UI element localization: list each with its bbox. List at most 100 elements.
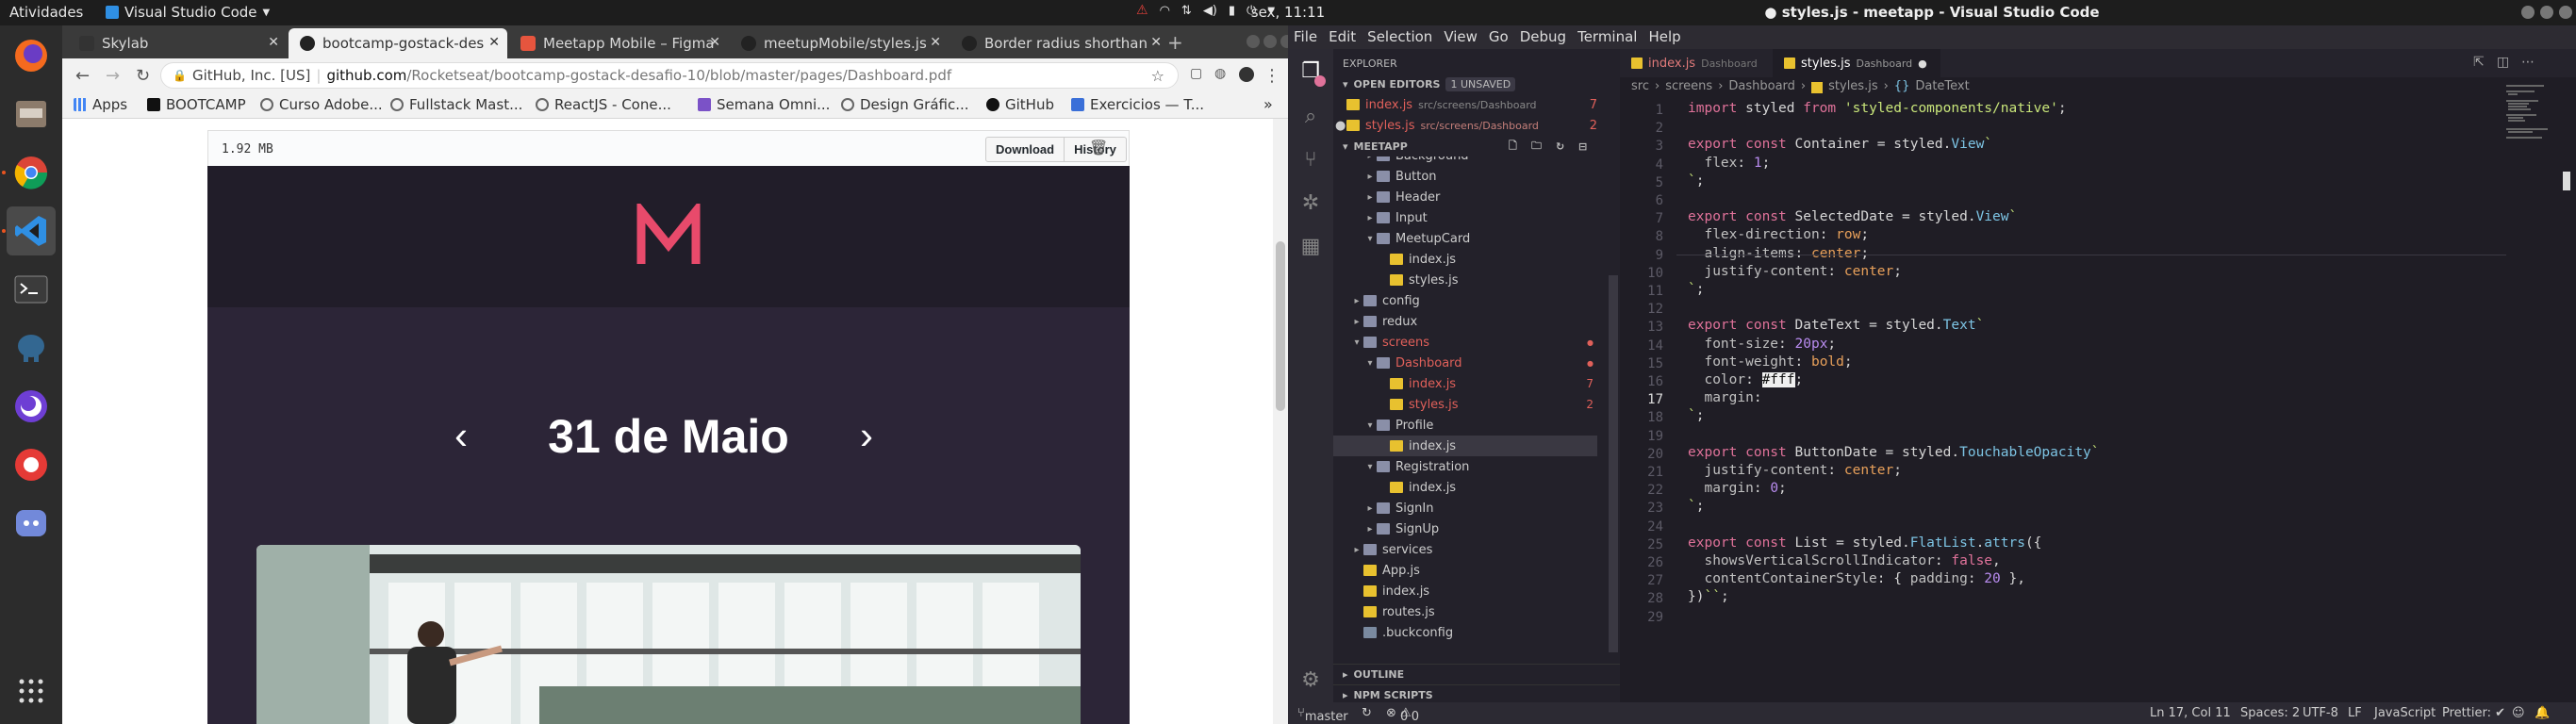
breadcrumb-item[interactable]: styles.js (1828, 79, 1877, 93)
feedback-icon[interactable]: ☺ (2512, 706, 2525, 720)
code-line[interactable]: contentContainerStyle: { padding: 20 }, (1688, 571, 2025, 586)
tree-folder[interactable]: ▸ redux (1333, 311, 1597, 332)
maximize-button[interactable] (1263, 35, 1277, 48)
code-line[interactable]: flex-direction: row; (1688, 227, 1869, 242)
new-folder-icon[interactable]: 🗀 (1531, 138, 1542, 156)
tree-file[interactable]: index.js (1333, 581, 1597, 601)
bookmark-design-grafico[interactable]: Design Gráfic... (841, 96, 969, 113)
tree-folder[interactable]: ▾ Registration (1333, 456, 1597, 477)
close-icon[interactable]: ✕ (485, 35, 500, 50)
encoding[interactable]: UTF-8 (2303, 706, 2338, 720)
close-window-button[interactable] (2559, 6, 2572, 19)
firefox-launcher[interactable] (7, 31, 56, 80)
code-line[interactable]: import styled from 'styled-components/na… (1688, 101, 2067, 116)
discord-launcher[interactable] (7, 499, 56, 548)
extension-icon[interactable]: ▢ (1190, 66, 1202, 81)
extension-icon[interactable]: ◍ (1214, 66, 1226, 81)
vscode-launcher[interactable] (7, 206, 56, 255)
editor-scrollbar[interactable] (2563, 172, 2570, 190)
tree-folder[interactable]: ▾ Dashboard ● (1333, 353, 1597, 373)
maximize-button[interactable] (2540, 6, 2553, 19)
tree-file[interactable]: App.js (1333, 560, 1597, 581)
collapse-all-icon[interactable]: ⊟ (1578, 140, 1587, 153)
code-line[interactable]: justify-content: center; (1688, 463, 1902, 478)
code-line[interactable]: font-size: 20px; (1688, 337, 1836, 352)
tree-folder[interactable]: ▸ Input (1333, 207, 1597, 228)
outline-header[interactable]: ▸ OUTLINE (1333, 664, 1620, 684)
close-icon[interactable]: ✕ (926, 35, 941, 50)
breadcrumb-item[interactable]: Dashboard (1728, 79, 1795, 93)
menu-terminal[interactable]: Terminal (1577, 28, 1637, 45)
avatar[interactable] (1239, 67, 1254, 82)
star-icon[interactable]: ☆ (1151, 67, 1164, 85)
code-line[interactable]: })``; (1688, 589, 1729, 604)
insomnia-launcher[interactable] (7, 382, 56, 431)
more-bookmarks-icon[interactable]: » (1263, 95, 1273, 113)
code-line[interactable]: margin: (1688, 390, 1761, 405)
unsaved-dot-icon[interactable]: ● (1335, 119, 1346, 133)
menu-edit[interactable]: Edit (1329, 28, 1356, 45)
sidebar-scrollbar[interactable] (1609, 275, 1618, 652)
chrome-tab[interactable]: Meetapp Mobile – Figma ✕ (509, 28, 728, 58)
menu-go[interactable]: Go (1489, 28, 1509, 45)
more-actions-icon[interactable]: ⋯ (2521, 55, 2535, 70)
bell-icon[interactable]: 🔔 (2535, 706, 2550, 720)
chrome-launcher[interactable] (7, 148, 56, 197)
code-line[interactable]: flex: 1; (1688, 156, 1770, 171)
tree-file[interactable]: styles.js (1333, 270, 1597, 290)
menu-debug[interactable]: Debug (1520, 28, 1566, 45)
bookmark-curso-adobe[interactable]: Curso Adobe... (260, 96, 383, 113)
code-line[interactable]: export const SelectedDate = styled.View` (1688, 209, 2017, 224)
tree-file[interactable]: index.js (1333, 249, 1597, 270)
tree-folder[interactable]: ▸ Button (1333, 166, 1597, 187)
tree-folder[interactable]: ▾ MeetupCard (1333, 228, 1597, 249)
code-line[interactable]: font-weight: bold; (1688, 354, 1852, 370)
chrome-tab-active[interactable]: bootcamp-gostack-desa ✕ (289, 28, 507, 58)
tree-file[interactable]: .buckconfig (1333, 622, 1597, 643)
sync-icon[interactable]: ↻ (1362, 706, 1372, 720)
terminal-launcher[interactable] (7, 265, 56, 314)
tree-file[interactable]: routes.js (1333, 601, 1597, 622)
chrome-tab[interactable]: Border radius shorthan ✕ (950, 28, 1169, 58)
breadcrumb-item[interactable]: screens (1665, 79, 1712, 93)
files-launcher[interactable] (7, 90, 56, 139)
activities-button[interactable]: Atividades (9, 4, 83, 21)
refresh-icon[interactable]: ↻ (1556, 140, 1564, 153)
tree-folder[interactable]: ▸ Background (1333, 156, 1597, 166)
forward-button[interactable]: → (106, 66, 120, 86)
split-editor-icon[interactable]: ⇱ (2473, 55, 2485, 70)
bookmark-exercicios[interactable]: Exercicios — T... (1071, 96, 1204, 113)
tree-file[interactable]: index.js (1333, 477, 1597, 498)
back-button[interactable]: ← (75, 66, 90, 86)
bookmark-bootcamp[interactable]: BOOTCAMP (147, 96, 246, 113)
tree-folder[interactable]: ▸ Header (1333, 187, 1597, 207)
project-header[interactable]: ▾ MEETAPP 🗋 🗀 ↻ ⊟ (1333, 136, 1620, 156)
breadcrumb-item[interactable]: src (1631, 79, 1649, 93)
tree-folder[interactable]: ▸ SignIn (1333, 498, 1597, 518)
debug-icon[interactable]: ✲ (1299, 192, 1322, 215)
split-editor-icon[interactable]: ◫ (2497, 55, 2509, 70)
close-icon[interactable]: ✕ (709, 35, 720, 50)
minimize-button[interactable] (2521, 6, 2535, 19)
search-icon[interactable]: ⌕ (1299, 106, 1322, 128)
reload-button[interactable]: ↻ (136, 66, 150, 86)
code-line[interactable]: showsVerticalScrollIndicator: false, (1688, 553, 2000, 568)
tree-file[interactable]: index.js 7 (1333, 373, 1597, 394)
show-applications-button[interactable] (7, 666, 56, 716)
trash-icon[interactable]: 🗑 (1089, 139, 1108, 156)
indentation[interactable]: Spaces: 2 (2240, 706, 2300, 720)
menu-view[interactable]: View (1444, 28, 1478, 45)
scrollbar-thumb[interactable] (1276, 241, 1285, 411)
problems-indicator[interactable]: ⊗ 0 ⚠ 0 (1386, 706, 1419, 724)
menu-selection[interactable]: Selection (1367, 28, 1432, 45)
open-editors-header[interactable]: ▾ OPEN EDITORS 1 UNSAVED (1333, 74, 1620, 94)
unsaved-dot-icon[interactable]: ● (1918, 58, 1927, 70)
next-date-button[interactable]: › (860, 413, 873, 458)
chrome-tab[interactable]: meetupMobile/styles.js ✕ (730, 28, 949, 58)
chrome-tab[interactable]: Skylab ✕ (68, 28, 287, 58)
code-line[interactable]: `; (1688, 408, 1704, 423)
tree-folder[interactable]: ▸ SignUp (1333, 518, 1597, 539)
open-editor-item[interactable]: index.js src/screens/Dashboard 7 (1333, 94, 1597, 115)
close-icon[interactable]: ✕ (268, 35, 279, 50)
minimize-button[interactable] (1247, 35, 1260, 48)
